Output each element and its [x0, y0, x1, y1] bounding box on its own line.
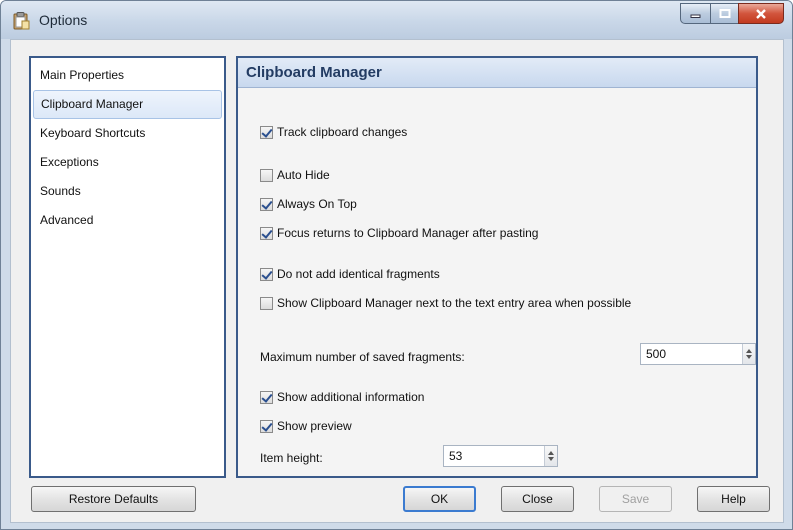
auto-hide-option[interactable]: Auto Hide — [260, 166, 330, 184]
minimize-icon — [690, 14, 700, 18]
show-preview-label: Show preview — [277, 419, 352, 433]
max-fragments-label: Maximum number of saved fragments: — [260, 350, 465, 364]
show-next-to-entry-checkbox[interactable] — [260, 296, 273, 310]
nav-item-sounds[interactable]: Sounds — [33, 177, 222, 206]
show-next-to-entry-label: Show Clipboard Manager next to the text … — [277, 296, 632, 310]
options-window: Options Main Properties Clipboard Manage… — [0, 0, 793, 530]
title-bar[interactable]: Options — [1, 1, 792, 39]
nav-item-exceptions[interactable]: Exceptions — [33, 148, 222, 177]
auto-hide-checkbox[interactable] — [260, 168, 273, 182]
item-height-spinner[interactable]: 53 — [443, 445, 558, 467]
item-height-arrows[interactable] — [544, 446, 557, 466]
minimize-button[interactable] — [680, 3, 710, 24]
track-changes-checkbox[interactable] — [260, 125, 273, 139]
maximize-button[interactable] — [710, 3, 738, 24]
track-changes-label: Track clipboard changes — [277, 125, 408, 139]
show-additional-option[interactable]: Show additional information — [260, 388, 424, 406]
no-identical-checkbox[interactable] — [260, 267, 273, 281]
panel-title: Clipboard Manager — [238, 58, 756, 88]
close-button[interactable]: Close — [501, 486, 574, 512]
focus-returns-label: Focus returns to Clipboard Manager after… — [277, 226, 539, 240]
max-fragments-value[interactable]: 500 — [641, 344, 742, 364]
always-on-top-label: Always On Top — [277, 197, 357, 211]
window-controls — [680, 3, 784, 25]
no-identical-option[interactable]: Do not add identical fragments — [260, 265, 440, 283]
show-preview-checkbox[interactable] — [260, 419, 273, 433]
no-identical-label: Do not add identical fragments — [277, 267, 440, 281]
restore-defaults-button[interactable]: Restore Defaults — [31, 486, 196, 512]
spin-down-icon[interactable] — [548, 457, 554, 461]
item-height-label: Item height: — [260, 451, 323, 465]
item-height-value[interactable]: 53 — [444, 446, 544, 466]
ok-button[interactable]: OK — [403, 486, 476, 512]
spin-up-icon[interactable] — [548, 451, 554, 455]
always-on-top-checkbox[interactable] — [260, 197, 273, 211]
settings-panel: Clipboard Manager Track clipboard change… — [236, 56, 758, 478]
max-fragments-spinner[interactable]: 500 — [640, 343, 756, 365]
category-list: Main Properties Clipboard Manager Keyboa… — [29, 56, 226, 478]
save-button: Save — [599, 486, 672, 512]
show-next-to-entry-option[interactable]: Show Clipboard Manager next to the text … — [260, 294, 631, 312]
spin-down-icon[interactable] — [746, 355, 752, 359]
close-window-button[interactable] — [738, 3, 784, 24]
nav-item-clipboard-manager[interactable]: Clipboard Manager — [33, 90, 222, 119]
nav-item-keyboard-shortcuts[interactable]: Keyboard Shortcuts — [33, 119, 222, 148]
help-button[interactable]: Help — [697, 486, 770, 512]
nav-item-advanced[interactable]: Advanced — [33, 206, 222, 235]
auto-hide-label: Auto Hide — [277, 168, 330, 182]
max-fragments-arrows[interactable] — [742, 344, 755, 364]
always-on-top-option[interactable]: Always On Top — [260, 195, 357, 213]
focus-returns-option[interactable]: Focus returns to Clipboard Manager after… — [260, 224, 538, 242]
track-changes-option[interactable]: Track clipboard changes — [260, 123, 407, 141]
show-preview-option[interactable]: Show preview — [260, 417, 352, 435]
clipboard-app-icon — [13, 12, 30, 30]
maximize-icon — [719, 8, 730, 18]
window-title: Options — [39, 12, 88, 28]
show-additional-checkbox[interactable] — [260, 390, 273, 404]
dialog-body: Main Properties Clipboard Manager Keyboa… — [10, 39, 784, 523]
show-additional-label: Show additional information — [277, 390, 425, 404]
nav-item-main-properties[interactable]: Main Properties — [33, 61, 222, 90]
close-icon — [756, 8, 766, 19]
spin-up-icon[interactable] — [746, 349, 752, 353]
focus-returns-checkbox[interactable] — [260, 226, 273, 240]
